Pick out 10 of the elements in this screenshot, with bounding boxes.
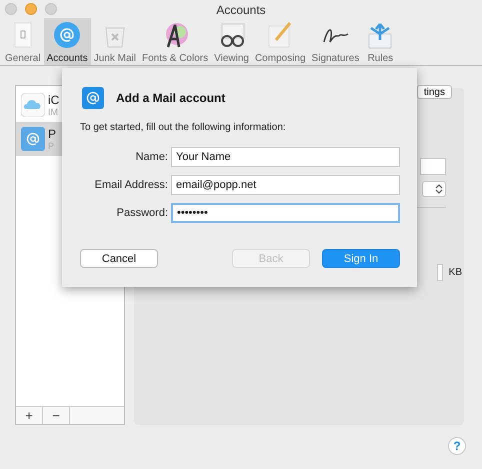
field-label: Email Address: xyxy=(94,179,168,191)
field-label: Name: xyxy=(134,151,168,163)
unit-label: KB xyxy=(448,267,462,278)
account-name: iC xyxy=(48,93,60,107)
window-title: Accounts xyxy=(216,3,266,17)
sheet-title: Add a Mail account xyxy=(116,91,226,105)
instruction-text: To get started, fill out the following information: xyxy=(80,122,287,133)
account-name: P xyxy=(48,127,56,141)
field-label: Password: xyxy=(116,207,168,219)
account-type: IM xyxy=(48,107,59,117)
